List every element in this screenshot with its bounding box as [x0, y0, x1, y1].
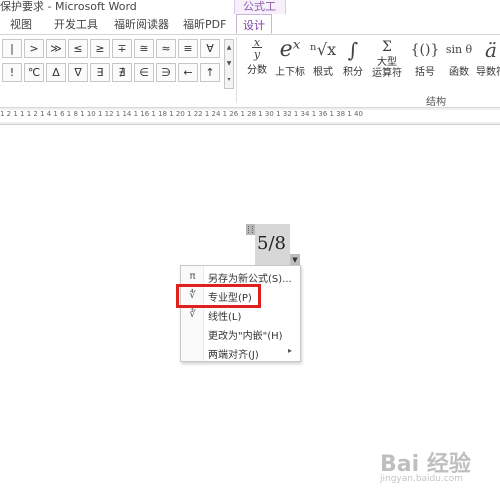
equation-options-menu: π 另存为新公式(S)... ∜ 专业型(P) ∛ 线性(L) 更改为"内嵌"(… [180, 265, 301, 362]
symbol-button[interactable]: ≡ [178, 39, 198, 58]
tab-foxit-reader[interactable]: 福昕阅读器 [114, 16, 169, 32]
symbol-button[interactable]: ∓ [112, 39, 132, 58]
function-icon: sin θ [445, 43, 473, 56]
large-operator-button[interactable]: Σ 大型 运算符 [370, 37, 404, 79]
accent-icon: ä [485, 38, 497, 62]
symbol-button[interactable]: ! [2, 63, 22, 82]
script-button[interactable]: eˣ 上下标 [274, 37, 306, 78]
window-title: 保护要求 - Microsoft Word [0, 0, 137, 13]
tab-view[interactable]: 视图 [10, 16, 32, 32]
equation-move-handle[interactable] [246, 224, 255, 235]
tab-design[interactable]: 设计 [236, 14, 272, 34]
linear-format-icon: ∛ [189, 309, 196, 320]
symbol-button[interactable]: ∄ [112, 63, 132, 82]
bracket-icon: {()} [410, 42, 440, 58]
script-icon: eˣ [279, 37, 301, 62]
menu-item-change-to-inline[interactable]: 更改为"内嵌"(H) [181, 325, 300, 344]
equation-tools-context-group: 公式工具 [234, 0, 286, 29]
bracket-button[interactable]: {()} 括号 [410, 37, 440, 78]
more-icon[interactable]: ▾ [225, 72, 233, 88]
symbol-button[interactable]: ∃ [90, 63, 110, 82]
structures-group-label: 结构 [426, 97, 446, 108]
ribbon-tabs: 视图 开发工具 福昕阅读器 福昕PDF 设计 [0, 14, 500, 35]
symbol-button[interactable]: ← [178, 63, 198, 82]
symbol-button[interactable]: > [24, 39, 44, 58]
tab-foxit-pdf[interactable]: 福昕PDF [183, 16, 226, 32]
symbol-button[interactable]: ↑ [200, 63, 220, 82]
symbol-button[interactable]: ∋ [156, 63, 176, 82]
integral-icon: ∫ [347, 38, 359, 62]
watermark-url: jingyan.baidu.com [380, 474, 464, 484]
horizontal-ruler[interactable]: 1 2 1 1 1 2 1 4 1 6 1 8 1 10 1 12 1 14 1… [0, 108, 500, 125]
menu-item-justification[interactable]: 两端对齐(J) ▸ [181, 344, 300, 363]
scroll-up-icon[interactable]: ▲ [225, 40, 233, 56]
save-as-new-equation-icon: π [189, 271, 196, 282]
symbol-button[interactable]: ≥ [90, 39, 110, 58]
large-operator-icon: Σ [382, 39, 392, 55]
symbol-button[interactable]: ≫ [46, 39, 66, 58]
radical-button[interactable]: ⁿ√x 根式 [310, 37, 336, 78]
symbol-button[interactable]: ∇ [68, 63, 88, 82]
symbol-button[interactable]: ≤ [68, 39, 88, 58]
symbol-button[interactable]: ≈ [156, 39, 176, 58]
fraction-icon: xy [251, 36, 263, 61]
title-bar: 保护要求 - Microsoft Word 公式工具 [0, 0, 500, 29]
symbol-button[interactable]: | [2, 39, 22, 58]
gallery-scroll[interactable]: ▲ ▼ ▾ [224, 39, 234, 89]
equation-text[interactable]: 5/8 [257, 233, 286, 254]
group-divider [236, 37, 237, 103]
accent-button[interactable]: ä 导数符 [476, 37, 500, 78]
fraction-button[interactable]: xy 分数 [244, 36, 270, 77]
annotation-highlight-box [176, 284, 261, 308]
function-button[interactable]: sin θ 函数 [444, 37, 474, 78]
integral-button[interactable]: ∫ 积分 [341, 37, 365, 78]
ruler-marks: 1 2 1 1 1 2 1 4 1 6 1 8 1 10 1 12 1 14 1… [0, 110, 500, 122]
symbol-button[interactable]: ∀ [200, 39, 220, 58]
scroll-down-icon[interactable]: ▼ [225, 56, 233, 72]
radical-icon: ⁿ√x [310, 40, 337, 59]
symbol-button[interactable]: ∈ [134, 63, 154, 82]
symbol-button[interactable]: ℃ [24, 63, 44, 82]
menu-item-linear[interactable]: ∛ 线性(L) [181, 306, 300, 325]
symbol-button[interactable]: ≅ [134, 39, 154, 58]
symbol-button[interactable]: Δ [46, 63, 66, 82]
ribbon: | > ≫ ≤ ≥ ∓ ≅ ≈ ≡ ∀ ! ℃ Δ ∇ ∃ ∄ ∈ ∋ ← ↑ … [0, 35, 500, 108]
submenu-arrow-icon: ▸ [288, 346, 293, 355]
tab-developer[interactable]: 开发工具 [54, 16, 98, 32]
